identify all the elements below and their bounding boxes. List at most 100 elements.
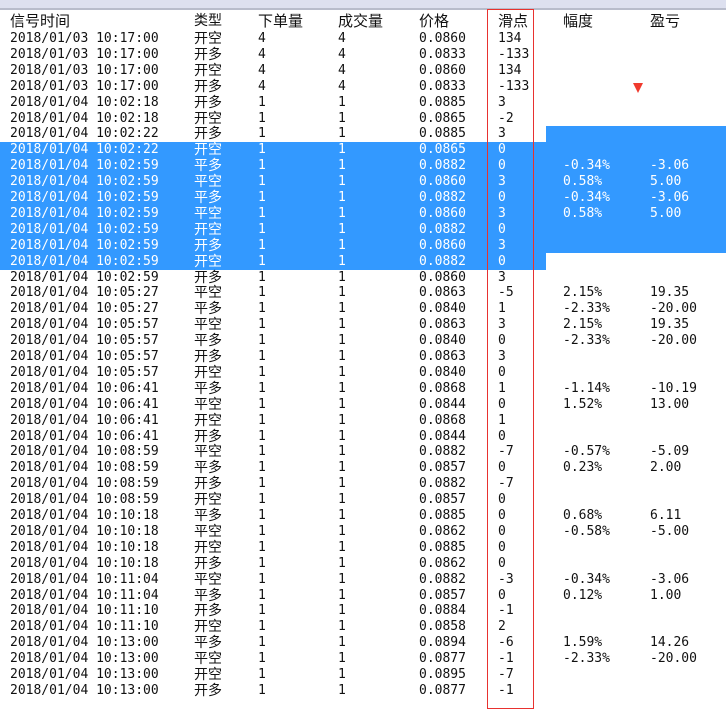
cell-type: 开空 [194, 253, 222, 270]
table-row[interactable]: 2018/01/04 10:05:57 开空 1 1 0.0840 0 [0, 365, 726, 381]
column-header-amplitude[interactable]: 幅度 [563, 12, 593, 30]
cell-pnl: 14.26 [650, 635, 690, 651]
cell-amplitude: 0.23% [563, 460, 603, 476]
cell-slippage: -133 [498, 46, 530, 62]
table-row[interactable]: 2018/01/04 10:10:18 平多 1 1 0.0885 0 0.68% 6.11 [0, 508, 726, 524]
cell-price: 0.0863 [419, 285, 466, 301]
cell-type: 开多 [194, 94, 222, 111]
cell-type: 开多 [194, 78, 222, 95]
table-row[interactable]: 2018/01/04 10:05:27 平多 1 1 0.0840 1 -2.33% -20.… [0, 301, 726, 317]
cell-signal-time: 2018/01/03 10:17:00 [10, 46, 159, 62]
cell-slippage: 3 [498, 126, 506, 142]
table-row[interactable]: 2018/01/04 10:06:41 开多 1 1 0.0844 0 [0, 429, 726, 445]
table-row[interactable]: 2018/01/04 10:02:22 开多 1 1 0.0885 3 [0, 126, 726, 142]
cell-price: 0.0885 [419, 539, 466, 555]
cell-slippage: 3 [498, 317, 506, 333]
cell-amplitude: 2.15% [563, 317, 603, 333]
cell-price: 0.0833 [419, 46, 466, 62]
cell-amplitude: -0.57% [563, 444, 610, 460]
cell-pnl: 5.00 [650, 174, 682, 190]
cell-slippage: -7 [498, 444, 514, 460]
table-row[interactable]: 2018/01/04 10:05:27 平空 1 1 0.0863 -5 2.15% 19.3… [0, 285, 726, 301]
cell-type: 开空 [194, 412, 222, 429]
table-row[interactable]: 2018/01/04 10:11:10 开多 1 1 0.0884 -1 [0, 603, 726, 619]
cell-order-qty: 1 [258, 651, 266, 667]
table-row[interactable]: 2018/01/04 10:08:59 平空 1 1 0.0882 -7 -0.57% -5.… [0, 444, 726, 460]
column-header-slippage[interactable]: 滑点 [498, 12, 528, 30]
cell-price: 0.0862 [419, 523, 466, 539]
table-row[interactable]: 2018/01/04 10:10:18 平空 1 1 0.0862 0 -0.58% -5.0… [0, 524, 726, 540]
table-row[interactable]: 2018/01/04 10:11:04 平多 1 1 0.0857 0 0.12% 1.00 [0, 588, 726, 604]
table-row[interactable]: 2018/01/04 10:06:41 平空 1 1 0.0844 0 1.52% 13.00 [0, 397, 726, 413]
cell-price: 0.0895 [419, 667, 466, 682]
column-header-signal-time[interactable]: 信号时间 [10, 12, 70, 30]
cell-price: 0.0882 [419, 444, 466, 460]
table-row[interactable]: 2018/01/04 10:06:41 平多 1 1 0.0868 1 -1.14% -10.… [0, 381, 726, 397]
table-row[interactable]: 2018/01/04 10:02:22 开空 1 1 0.0865 0 [0, 142, 546, 159]
cell-price: 0.0882 [419, 190, 466, 205]
table-row[interactable]: 2018/01/04 10:13:00 平多 1 1 0.0894 -6 1.59% 14.2… [0, 635, 726, 651]
table-row[interactable]: 2018/01/04 10:10:18 开多 1 1 0.0862 0 [0, 556, 726, 572]
cell-signal-time: 2018/01/04 10:08:59 [10, 460, 159, 476]
cell-pnl: 13.00 [650, 396, 690, 412]
cell-price: 0.0862 [419, 555, 466, 571]
cell-slippage: 0 [498, 460, 506, 476]
table-row[interactable]: 2018/01/04 10:02:59 开空 1 1 0.0882 0 [0, 221, 546, 238]
cell-type: 平空 [194, 651, 222, 668]
cell-order-qty: 1 [258, 349, 266, 364]
column-header-filled-qty[interactable]: 成交量 [338, 12, 383, 30]
cell-type: 开空 [194, 539, 222, 556]
table-row[interactable]: 2018/01/04 10:02:59 平空 1 1 0.0860 3 0.58% 5.00 [0, 205, 681, 222]
cell-filled-qty: 1 [338, 94, 346, 110]
cell-order-qty: 1 [258, 555, 266, 571]
cell-price: 0.0840 [419, 364, 466, 380]
cell-signal-time: 2018/01/04 10:02:59 [10, 190, 159, 205]
table-row[interactable]: 2018/01/03 10:17:00 开空 4 4 0.0860 134 [0, 31, 726, 47]
cell-type: 平空 [194, 523, 222, 540]
cell-order-qty: 1 [258, 110, 266, 126]
table-row[interactable]: 2018/01/03 10:17:00 开空 4 4 0.0860 134 [0, 63, 726, 79]
table-row[interactable]: 2018/01/04 10:02:59 开多 1 1 0.0860 3 [0, 270, 726, 286]
table-row[interactable]: 2018/01/04 10:02:59 平空 1 1 0.0860 3 0.58% 5.00 [0, 174, 681, 191]
cell-signal-time: 2018/01/04 10:02:59 [10, 237, 159, 253]
cell-slippage: -7 [498, 667, 514, 682]
table-row[interactable]: 2018/01/04 10:13:00 开多 1 1 0.0877 -1 [0, 683, 726, 699]
table-row[interactable]: 2018/01/04 10:02:59 开空 1 1 0.0882 0 [0, 253, 546, 270]
cell-signal-time: 2018/01/04 10:13:00 [10, 635, 159, 651]
cell-slippage: 0 [498, 364, 506, 380]
table-row[interactable]: 2018/01/04 10:08:59 开多 1 1 0.0882 -7 [0, 476, 726, 492]
table-row[interactable]: 2018/01/03 10:17:00 开多 4 4 0.0833 -133 [0, 79, 726, 95]
table-row[interactable]: 2018/01/04 10:08:59 平多 1 1 0.0857 0 0.23% 2.00 [0, 460, 726, 476]
cell-price: 0.0857 [419, 587, 466, 603]
cell-signal-time: 2018/01/04 10:13:00 [10, 651, 159, 667]
table-row[interactable]: 2018/01/04 10:02:59 平多 1 1 0.0882 0 -0.34% -3.0… [0, 190, 689, 206]
cell-filled-qty: 1 [338, 428, 346, 444]
column-header-order-qty[interactable]: 下单量 [258, 12, 303, 30]
cell-order-qty: 1 [258, 253, 266, 269]
table-row[interactable]: 2018/01/04 10:05:57 平空 1 1 0.0863 3 2.15% 19.35 [0, 317, 726, 333]
cell-signal-time: 2018/01/04 10:11:04 [10, 571, 159, 587]
cell-pnl: -3.06 [650, 571, 690, 587]
column-header-price[interactable]: 价格 [419, 12, 449, 30]
table-row[interactable]: 2018/01/03 10:17:00 开多 4 4 0.0833 -133 [0, 47, 726, 63]
cell-signal-time: 2018/01/04 10:10:18 [10, 539, 159, 555]
column-header-pnl[interactable]: 盈亏 [650, 12, 680, 30]
table-row[interactable]: 2018/01/04 10:02:59 平多 1 1 0.0882 0 -0.34% -3.0… [0, 158, 689, 175]
table-row[interactable]: 2018/01/04 10:05:57 平多 1 1 0.0840 0 -2.33% -20.… [0, 333, 726, 349]
table-row[interactable]: 2018/01/04 10:08:59 开空 1 1 0.0857 0 [0, 492, 726, 508]
table-row[interactable]: 2018/01/04 10:11:04 平空 1 1 0.0882 -3 -0.34% -3.… [0, 572, 726, 588]
table-row[interactable]: 2018/01/04 10:10:18 开空 1 1 0.0885 0 [0, 540, 726, 556]
table-row[interactable]: 2018/01/04 10:02:18 开多 1 1 0.0885 3 [0, 95, 726, 111]
cell-filled-qty: 1 [338, 221, 346, 237]
table-row[interactable]: 2018/01/04 10:06:41 开空 1 1 0.0868 1 [0, 413, 726, 429]
cell-price: 0.0894 [419, 635, 466, 651]
table-row[interactable]: 2018/01/04 10:13:00 开空 1 1 0.0895 -7 [0, 667, 726, 683]
cell-signal-time: 2018/01/04 10:02:22 [10, 126, 159, 142]
table-row[interactable]: 2018/01/04 10:05:57 开多 1 1 0.0863 3 [0, 349, 726, 365]
table-row[interactable]: 2018/01/04 10:13:00 平空 1 1 0.0877 -1 -2.33% -20… [0, 651, 726, 667]
table-row[interactable]: 2018/01/04 10:02:18 开空 1 1 0.0865 -2 [0, 111, 726, 127]
table-row[interactable]: 2018/01/04 10:11:10 开空 1 1 0.0858 2 [0, 619, 726, 635]
table-row[interactable]: 2018/01/04 10:02:59 开多 1 1 0.0860 3 [0, 237, 546, 254]
column-header-type[interactable]: 类型 [194, 12, 222, 30]
cell-type: 开多 [194, 428, 222, 445]
